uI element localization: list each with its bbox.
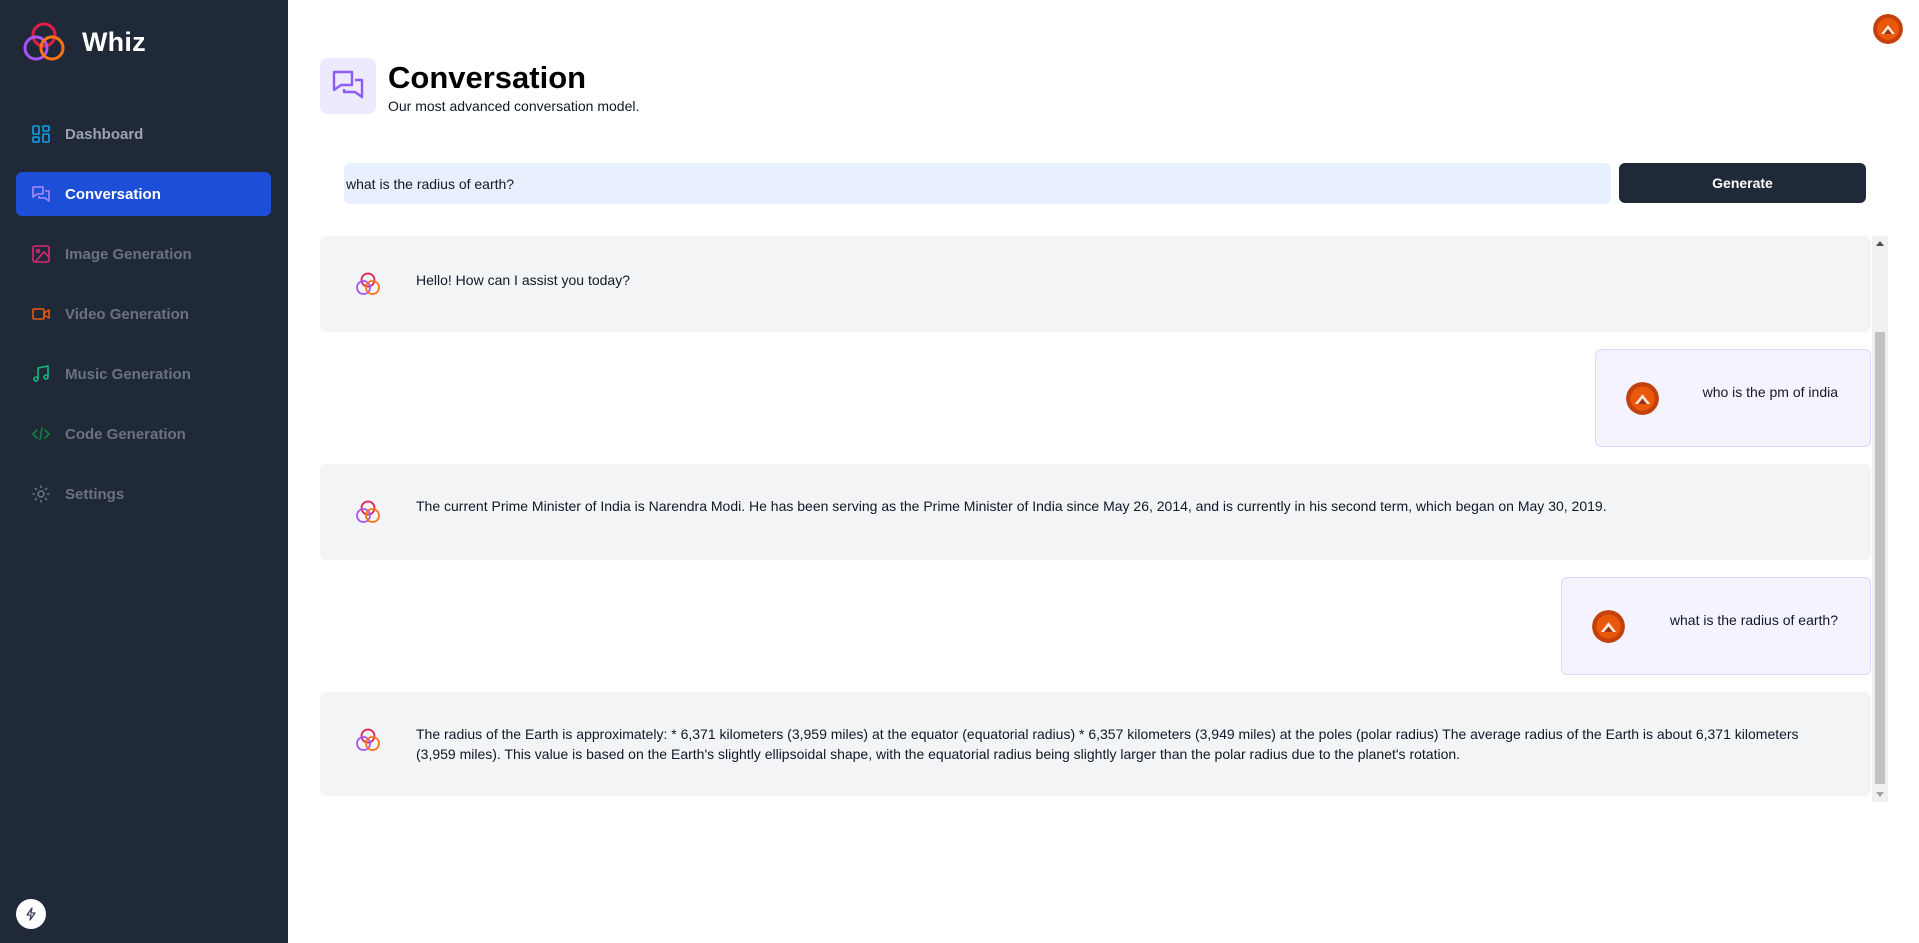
code-icon: [31, 424, 51, 444]
avatar: [1592, 610, 1625, 643]
whiz-logo-icon: [356, 728, 380, 751]
sidebar-item-code-generation[interactable]: Code Generation: [16, 412, 271, 456]
sidebar-item-label: Music Generation: [65, 365, 191, 383]
message-text: The radius of the Earth is approximately…: [416, 726, 1799, 762]
whiz-logo-icon: [23, 22, 65, 61]
whiz-logo-icon: [356, 272, 380, 295]
lightning-icon: [26, 907, 36, 921]
sidebar-item-image-generation[interactable]: Image Generation: [16, 232, 271, 276]
prompt-form: Generate: [344, 163, 1866, 204]
brand-name: Whiz: [82, 26, 146, 57]
sidebar-item-video-generation[interactable]: Video Generation: [16, 292, 271, 336]
image-icon: [31, 244, 51, 264]
video-icon: [31, 304, 51, 324]
brand[interactable]: Whiz: [22, 20, 146, 64]
music-icon: [31, 364, 51, 384]
gear-icon: [31, 484, 51, 504]
sidebar-item-label: Dashboard: [65, 125, 144, 143]
generate-button[interactable]: Generate: [1619, 163, 1866, 203]
whiz-logo-icon: [356, 500, 380, 523]
scroll-down-arrow-icon[interactable]: [1876, 792, 1884, 797]
sidebar-item-label: Image Generation: [65, 245, 192, 263]
sidebar-item-label: Conversation: [65, 185, 161, 203]
page-header: Conversation Our most advanced conversat…: [320, 58, 639, 114]
sidebar-item-music-generation[interactable]: Music Generation: [16, 352, 271, 396]
user-avatar[interactable]: [1873, 14, 1903, 44]
conversation-header-icon: [320, 58, 376, 114]
scroll-up-arrow-icon[interactable]: [1876, 241, 1884, 246]
avatar-image-icon: [1873, 14, 1903, 44]
sidebar-nav: Dashboard Conversation Image Generation: [16, 112, 271, 532]
dashboard-icon: [31, 124, 51, 144]
prompt-input[interactable]: [344, 163, 1611, 204]
bot-message: The radius of the Earth is approximately…: [320, 692, 1871, 796]
avatar-image-icon: [1592, 610, 1625, 643]
chat-icon: [31, 184, 51, 204]
message-text: Hello! How can I assist you today?: [416, 272, 630, 288]
sidebar-item-settings[interactable]: Settings: [16, 472, 271, 516]
user-message: what is the radius of earth?: [1561, 577, 1871, 675]
sidebar: Whiz Dashboard Conversation Image Genera…: [0, 0, 288, 943]
avatar: [1626, 382, 1659, 415]
chat-history[interactable]: Hello! How can I assist you today? who i…: [320, 236, 1888, 802]
user-message: who is the pm of india: [1595, 349, 1871, 447]
sidebar-item-label: Settings: [65, 485, 125, 503]
bot-message: The current Prime Minister of India is N…: [320, 464, 1871, 560]
sidebar-item-conversation[interactable]: Conversation: [16, 172, 271, 216]
message-text: The current Prime Minister of India is N…: [416, 498, 1607, 514]
sidebar-item-label: Code Generation: [65, 425, 186, 443]
sidebar-item-label: Video Generation: [65, 305, 189, 323]
scroll-thumb[interactable]: [1875, 332, 1885, 784]
page-title: Conversation: [388, 60, 587, 95]
message-text: what is the radius of earth?: [1669, 612, 1838, 628]
message-text: who is the pm of india: [1702, 384, 1838, 400]
lightning-button[interactable]: [16, 899, 46, 929]
chat-scrollbar[interactable]: [1872, 236, 1888, 802]
avatar-image-icon: [1626, 382, 1659, 415]
bot-message: Hello! How can I assist you today?: [320, 236, 1871, 332]
sidebar-item-dashboard[interactable]: Dashboard: [16, 112, 271, 156]
page-subtitle: Our most advanced conversation model.: [388, 98, 640, 114]
